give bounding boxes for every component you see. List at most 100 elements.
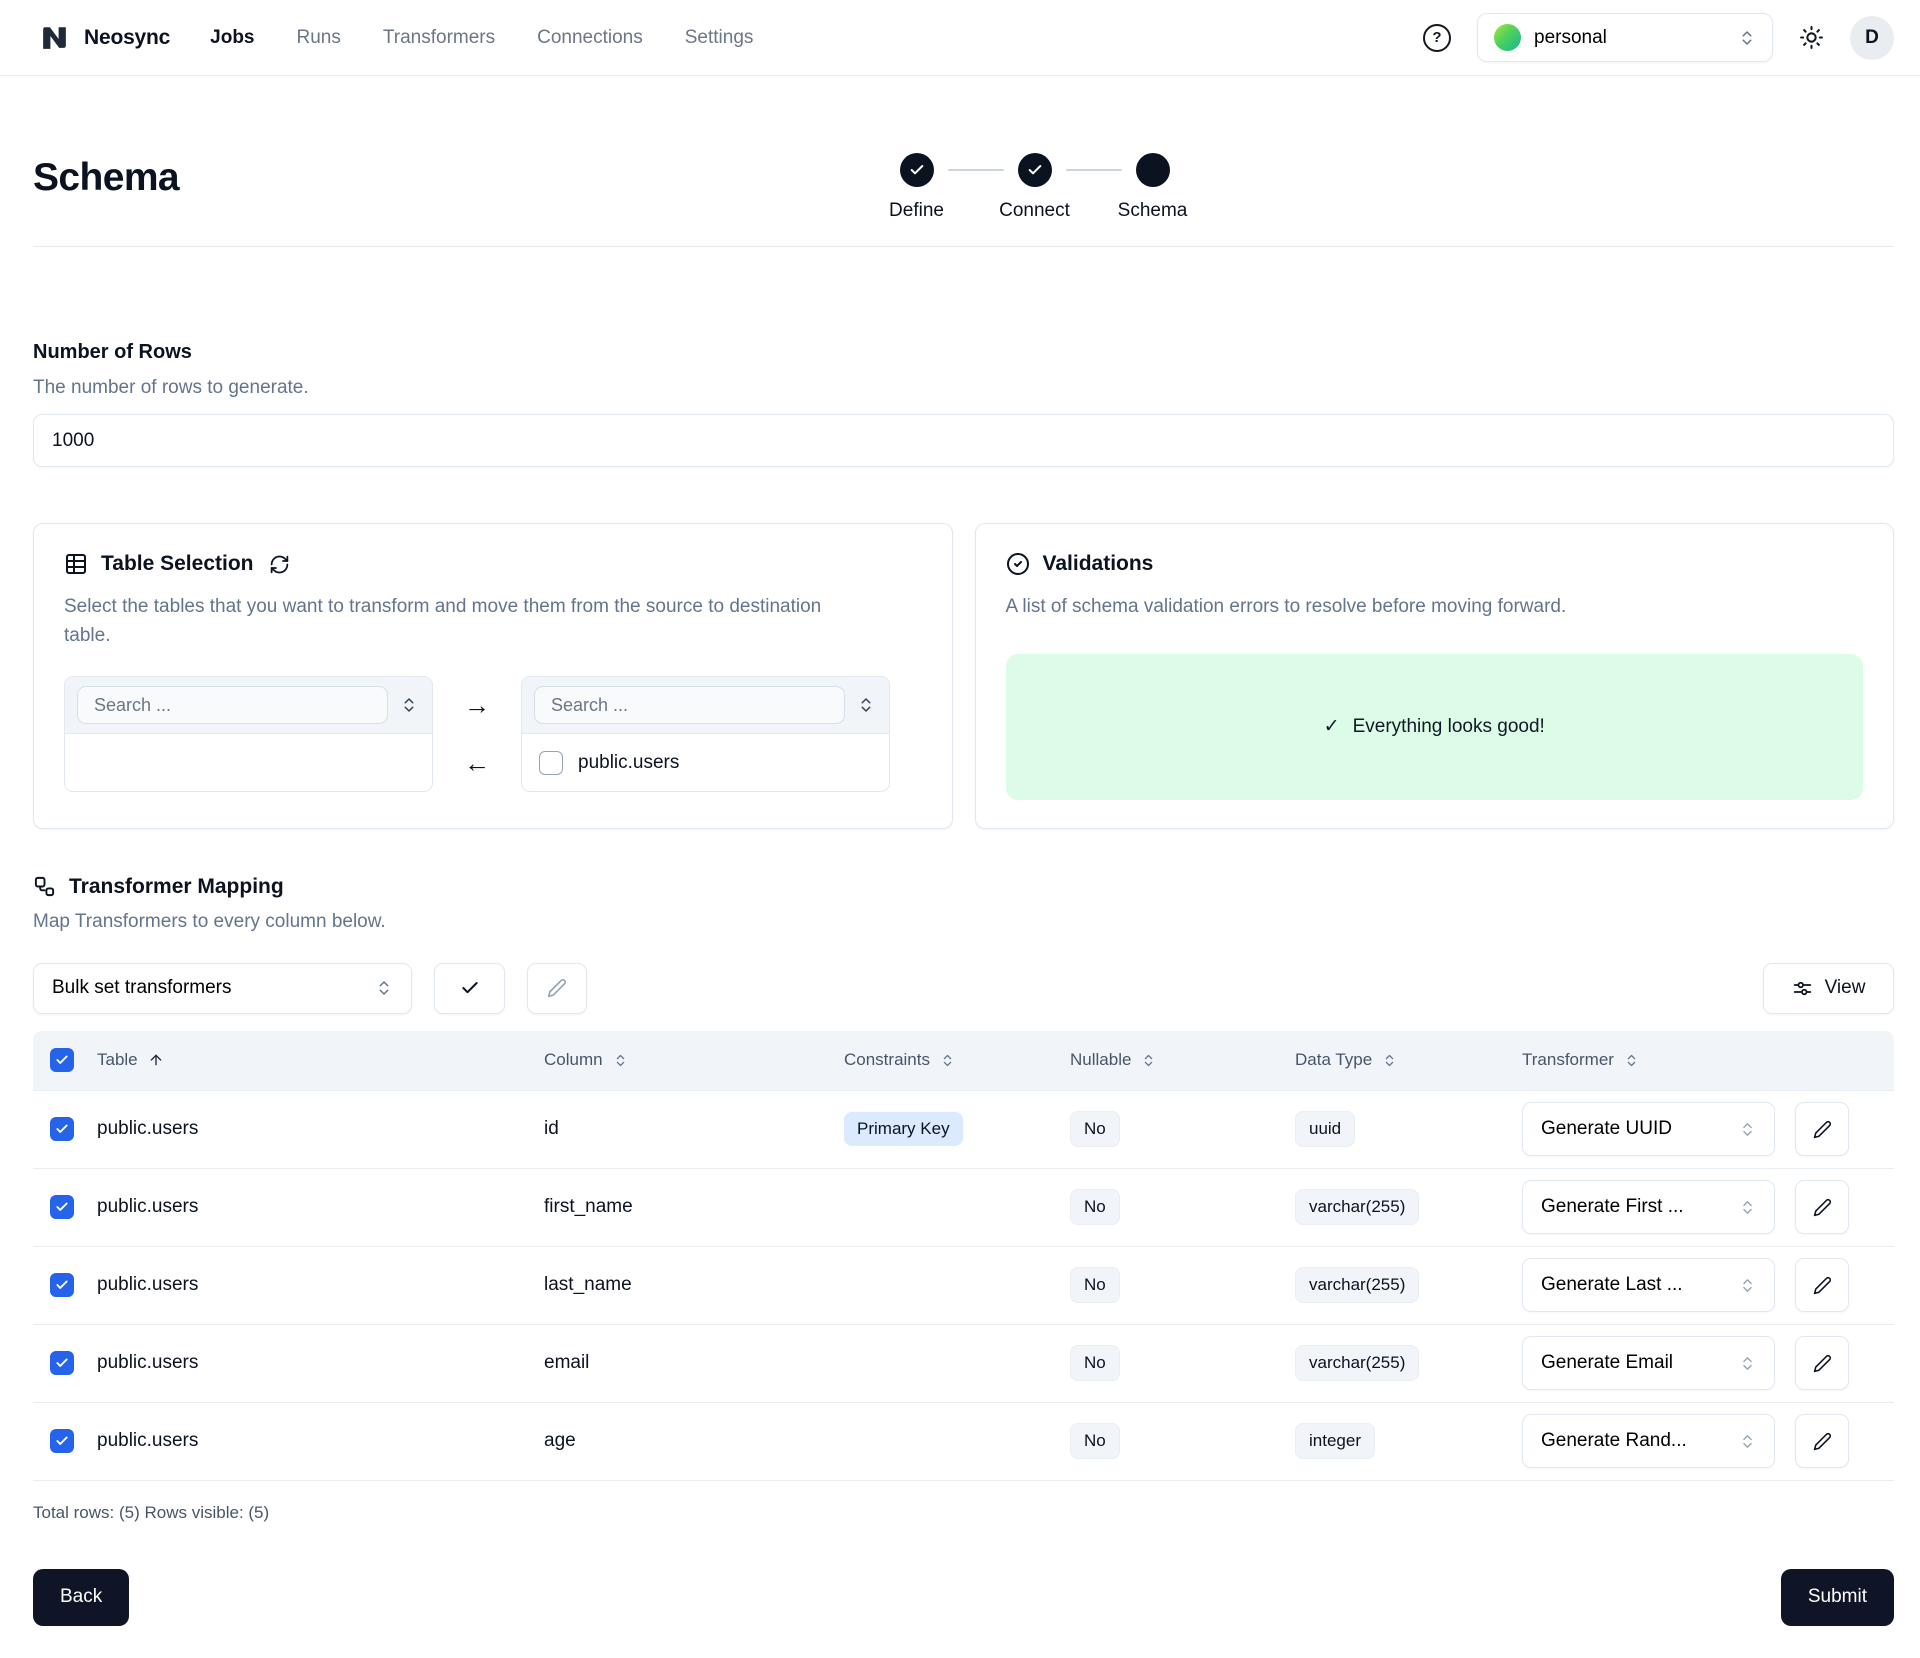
check-icon <box>55 1356 69 1370</box>
sort-icon[interactable] <box>1141 1053 1156 1068</box>
back-button[interactable]: Back <box>33 1569 129 1626</box>
destination-sort-icon[interactable] <box>855 694 877 716</box>
transformer-mapping-description: Map Transformers to every column below. <box>33 911 1894 933</box>
transformer-select[interactable]: Generate Email <box>1522 1336 1775 1390</box>
transformer-mapping-title: Transformer Mapping <box>69 875 284 899</box>
check-icon <box>55 1278 69 1292</box>
number-of-rows-label: Number of Rows <box>33 341 1894 364</box>
row-checkbox[interactable] <box>50 1429 74 1453</box>
account-switcher[interactable]: personal <box>1477 13 1773 62</box>
submit-button[interactable]: Submit <box>1781 1569 1894 1626</box>
transformer-select[interactable]: Generate UUID <box>1522 1102 1775 1156</box>
nav-links: Jobs Runs Transformers Connections Setti… <box>210 27 753 49</box>
apply-bulk-button[interactable] <box>434 963 505 1014</box>
step-schema-circle[interactable] <box>1136 153 1170 187</box>
list-item-label: public.users <box>578 752 679 774</box>
nullable-badge: No <box>1070 1345 1120 1381</box>
edit-transformer-button[interactable] <box>1795 1414 1849 1468</box>
account-name: personal <box>1534 27 1725 49</box>
brand[interactable]: Neosync <box>38 21 170 54</box>
cell-column: age <box>544 1430 844 1452</box>
nav-item-runs[interactable]: Runs <box>297 27 341 49</box>
edit-bulk-button[interactable] <box>527 963 587 1014</box>
bulk-set-transformers-select[interactable]: Bulk set transformers <box>33 963 412 1014</box>
sort-icon[interactable] <box>1382 1053 1397 1068</box>
neosync-logo-icon <box>38 21 71 54</box>
row-checkbox[interactable] <box>50 1351 74 1375</box>
help-icon[interactable]: ? <box>1423 24 1451 52</box>
nav-right: ? personal D <box>1423 13 1894 62</box>
cell-column: email <box>544 1352 844 1374</box>
select-all-checkbox[interactable] <box>50 1048 74 1072</box>
check-icon <box>55 1434 69 1448</box>
sliders-icon <box>1792 978 1813 999</box>
table-summary: Total rows: (5) Rows visible: (5) <box>33 1503 1894 1523</box>
data-type-badge: varchar(255) <box>1295 1345 1419 1381</box>
source-sort-icon[interactable] <box>398 694 420 716</box>
chevrons-up-down-icon <box>1739 1277 1756 1294</box>
step-connector <box>948 169 1004 171</box>
nav-item-transformers[interactable]: Transformers <box>383 27 495 49</box>
chevrons-up-down-icon <box>375 979 393 997</box>
check-icon <box>909 162 925 178</box>
pencil-icon <box>1813 1120 1832 1139</box>
row-checkbox[interactable] <box>50 1273 74 1297</box>
chevrons-up-down-icon <box>1739 1355 1756 1372</box>
table-checkbox[interactable] <box>539 751 563 775</box>
cell-column: first_name <box>544 1196 844 1218</box>
edit-transformer-button[interactable] <box>1795 1258 1849 1312</box>
cell-column: last_name <box>544 1274 844 1296</box>
move-left-button[interactable]: ← <box>464 750 490 776</box>
table-header-row: Table Column Constraints Nullable Data T… <box>33 1031 1894 1091</box>
wizard-stepper: Define Connect Schema <box>900 153 1170 224</box>
validation-success-banner: ✓ Everything looks good! <box>1006 654 1864 800</box>
nav-item-jobs[interactable]: Jobs <box>210 27 254 49</box>
nav-item-settings[interactable]: Settings <box>685 27 754 49</box>
transformer-select[interactable]: Generate Last ... <box>1522 1258 1775 1312</box>
chevrons-up-down-icon <box>1739 1433 1756 1450</box>
table-row: public.users first_name No varchar(255) … <box>33 1169 1894 1247</box>
sort-icon[interactable] <box>613 1053 628 1068</box>
edit-transformer-button[interactable] <box>1795 1180 1849 1234</box>
check-circle-icon <box>1006 552 1030 576</box>
pencil-icon <box>1813 1198 1832 1217</box>
check-icon <box>55 1122 69 1136</box>
theme-toggle-sun-icon[interactable] <box>1799 25 1824 50</box>
avatar[interactable]: D <box>1850 16 1894 60</box>
cell-table: public.users <box>97 1352 544 1374</box>
edit-transformer-button[interactable] <box>1795 1336 1849 1390</box>
data-type-badge: varchar(255) <box>1295 1267 1419 1303</box>
transformer-select[interactable]: Generate Rand... <box>1522 1414 1775 1468</box>
sort-asc-icon[interactable] <box>148 1052 164 1068</box>
nav-item-connections[interactable]: Connections <box>537 27 643 49</box>
source-tables-listbox <box>64 676 433 792</box>
page-header: Schema Define Connect Schema <box>33 76 1894 247</box>
view-button[interactable]: View <box>1763 963 1894 1014</box>
step-define-circle[interactable] <box>900 153 934 187</box>
transformer-select[interactable]: Generate First ... <box>1522 1180 1775 1234</box>
row-checkbox[interactable] <box>50 1195 74 1219</box>
brand-name: Neosync <box>84 26 170 50</box>
sort-icon[interactable] <box>940 1053 955 1068</box>
row-checkbox[interactable] <box>50 1117 74 1141</box>
primary-key-badge: Primary Key <box>844 1112 963 1146</box>
refresh-icon[interactable] <box>269 554 290 575</box>
check-icon: ✓ <box>1324 715 1340 738</box>
table-row: public.users id Primary Key No uuid Gene… <box>33 1091 1894 1169</box>
chevrons-up-down-icon <box>1739 1199 1756 1216</box>
source-search-input[interactable] <box>77 686 388 724</box>
sort-icon[interactable] <box>1624 1053 1639 1068</box>
data-type-badge: varchar(255) <box>1295 1189 1419 1225</box>
cell-table: public.users <box>97 1274 544 1296</box>
edit-transformer-button[interactable] <box>1795 1102 1849 1156</box>
list-item[interactable]: public.users <box>522 734 889 791</box>
top-nav: Neosync Jobs Runs Transformers Connectio… <box>0 0 1920 76</box>
header-data-type: Data Type <box>1295 1050 1372 1070</box>
number-of-rows-input[interactable] <box>33 414 1894 467</box>
move-right-button[interactable]: → <box>464 692 490 718</box>
table-row: public.users email No varchar(255) Gener… <box>33 1325 1894 1403</box>
destination-search-input[interactable] <box>534 686 845 724</box>
cell-table: public.users <box>97 1118 544 1140</box>
step-connect-circle[interactable] <box>1018 153 1052 187</box>
table-icon <box>64 552 88 576</box>
